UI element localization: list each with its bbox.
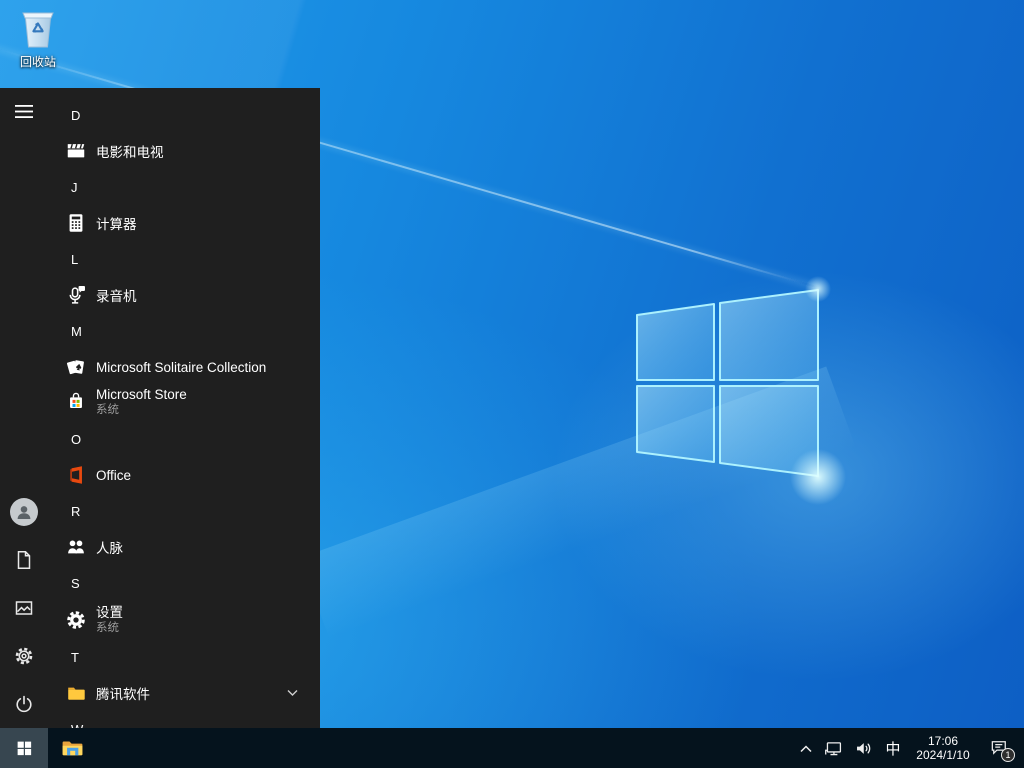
settings-rail-button[interactable] <box>0 632 48 680</box>
app-item-solitaire[interactable]: Microsoft Solitaire Collection <box>48 350 320 384</box>
user-account-button[interactable] <box>0 488 48 536</box>
app-label: 计算器 <box>96 217 137 232</box>
app-label: 电影和电视 <box>96 145 164 160</box>
gear-icon <box>15 647 33 665</box>
start-menu-rail <box>0 88 48 728</box>
app-label: 人脉 <box>96 541 123 556</box>
app-label: 腾讯软件 <box>96 687 150 702</box>
section-letter: L <box>71 251 79 267</box>
app-item-voice-recorder[interactable]: 录音机 <box>48 278 320 312</box>
app-item-calculator[interactable]: 计算器 <box>48 206 320 240</box>
windows-start-icon <box>17 741 32 756</box>
hidden-icons-chevron[interactable] <box>794 728 818 768</box>
section-letter: S <box>71 575 80 591</box>
ime-indicator[interactable]: 中 <box>878 728 908 768</box>
voice-recorder-icon <box>64 283 88 307</box>
section-letter: D <box>71 107 81 123</box>
pictures-icon <box>15 601 33 615</box>
recycle-bin-icon <box>22 12 54 48</box>
section-letter: J <box>71 179 78 195</box>
volume-tray-button[interactable] <box>848 728 878 768</box>
menu-toggle-button[interactable] <box>0 88 48 136</box>
app-label: 录音机 <box>96 289 137 304</box>
section-letter: T <box>71 649 79 665</box>
section-letter: R <box>71 503 81 519</box>
user-avatar-icon <box>10 498 38 526</box>
start-button[interactable] <box>0 728 48 768</box>
movies-tv-icon <box>64 139 88 163</box>
system-tray: 中 17:06 2024/1/10 1 <box>794 728 1024 768</box>
section-header-m[interactable]: M <box>48 312 320 350</box>
app-item-office[interactable]: Office <box>48 458 320 492</box>
rail-bottom-group <box>0 488 48 728</box>
taskbar-clock[interactable]: 17:06 2024/1/10 <box>908 728 978 768</box>
app-item-people[interactable]: 人脉 <box>48 530 320 564</box>
folder-icon <box>64 681 88 705</box>
section-header-j[interactable]: J <box>48 168 320 206</box>
app-item-tencent-folder[interactable]: 腾讯软件 <box>48 676 320 710</box>
clock-time: 17:06 <box>927 734 959 748</box>
section-header-o[interactable]: O <box>48 420 320 458</box>
clock-date: 2024/1/10 <box>916 748 970 762</box>
section-header-r[interactable]: R <box>48 492 320 530</box>
section-header-w[interactable]: W <box>48 710 320 729</box>
app-label: Office <box>96 467 132 483</box>
recycle-bin-label: 回收站 <box>19 55 56 69</box>
volume-icon <box>856 742 870 754</box>
office-icon <box>64 463 88 487</box>
section-letter: M <box>71 323 82 339</box>
file-explorer-icon <box>62 741 82 755</box>
app-label: Microsoft Store <box>96 387 187 402</box>
section-letter: O <box>71 431 82 447</box>
app-list: D 电影和电视 J 计算器 L 录音机 M Microsoft Solitair… <box>48 88 320 728</box>
desktop: 回收站 D 电影和电视 J 计算器 L 录音机 M Microsoft Soli… <box>0 0 1024 768</box>
power-button[interactable] <box>0 680 48 728</box>
taskbar: 中 17:06 2024/1/10 1 <box>0 728 1024 768</box>
recycle-bin[interactable]: 回收站 <box>6 6 70 69</box>
app-sublabel: 系统 <box>96 404 119 416</box>
app-sublabel: 系统 <box>96 622 119 634</box>
app-label: Microsoft Solitaire Collection <box>96 359 267 375</box>
pictures-button[interactable] <box>0 584 48 632</box>
network-tray-button[interactable] <box>818 728 848 768</box>
section-header-l[interactable]: L <box>48 240 320 278</box>
notification-badge: 1 <box>1001 748 1015 762</box>
solitaire-icon <box>64 355 88 379</box>
people-icon <box>64 535 88 559</box>
calculator-icon <box>64 211 88 235</box>
store-icon <box>64 390 88 414</box>
action-center-button[interactable]: 1 <box>978 728 1020 768</box>
file-explorer-button[interactable] <box>48 728 96 768</box>
hamburger-icon <box>15 105 33 118</box>
settings-icon <box>64 608 88 632</box>
app-label: 设置 <box>96 605 123 620</box>
document-icon <box>17 551 31 569</box>
documents-button[interactable] <box>0 536 48 584</box>
power-icon <box>16 695 32 713</box>
app-item-microsoft-store[interactable]: Microsoft Store 系统 <box>48 384 320 420</box>
chevron-up-icon <box>800 744 812 752</box>
section-header-s[interactable]: S <box>48 564 320 602</box>
section-header-t[interactable]: T <box>48 638 320 676</box>
app-item-settings[interactable]: 设置 系统 <box>48 602 320 638</box>
app-item-movies-tv[interactable]: 电影和电视 <box>48 134 320 168</box>
network-icon <box>824 741 841 755</box>
start-menu: D 电影和电视 J 计算器 L 录音机 M Microsoft Solitair… <box>0 88 320 728</box>
expand-chevron-icon[interactable] <box>287 690 298 697</box>
section-header-d[interactable]: D <box>48 96 320 134</box>
